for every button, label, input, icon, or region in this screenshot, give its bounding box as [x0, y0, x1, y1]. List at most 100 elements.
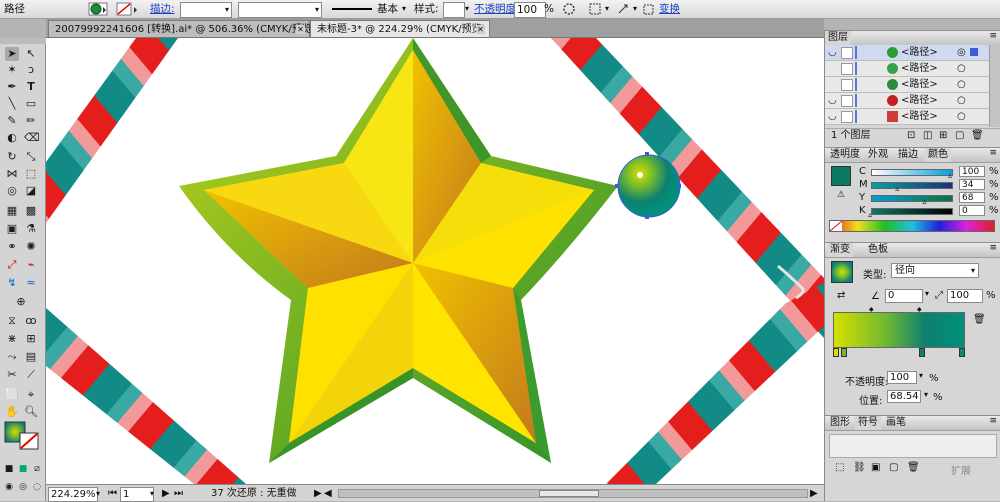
- selection-indicator[interactable]: [970, 48, 978, 56]
- trash-icon[interactable]: 🗑︎: [971, 129, 984, 143]
- eyedropper-tool-icon[interactable]: ⚗: [24, 222, 38, 236]
- toolbox-grip[interactable]: [0, 38, 46, 44]
- lock-toggle[interactable]: [841, 95, 853, 107]
- midpoint-track[interactable]: ◆ ◆: [833, 306, 965, 313]
- reverse-gradient-icon[interactable]: ⇄: [837, 290, 845, 301]
- layers-scrollbar[interactable]: [989, 45, 1000, 127]
- align-options-icon[interactable]: [588, 2, 604, 16]
- layer-name[interactable]: <路径>: [901, 61, 938, 76]
- artwork[interactable]: [46, 38, 824, 484]
- eraser-tool-icon[interactable]: ⌫: [24, 131, 40, 145]
- new-symbol-icon[interactable]: ▢: [889, 462, 898, 473]
- wrinkle-tool-icon[interactable]: ▤: [24, 350, 38, 364]
- star-graphic[interactable]: [179, 38, 618, 463]
- target-icon[interactable]: ◎: [957, 45, 966, 60]
- midpoint-diamond[interactable]: ◆: [917, 306, 922, 313]
- expand-button[interactable]: 扩展: [951, 462, 971, 477]
- aspect-ratio-input[interactable]: 100: [947, 289, 983, 303]
- pencil-tool-icon[interactable]: ✏: [24, 114, 38, 128]
- isolate-group-icon[interactable]: [616, 2, 632, 16]
- chevron-down-icon[interactable]: ▾: [402, 2, 406, 16]
- scale-tool-icon[interactable]: ⤡: [24, 150, 38, 164]
- channel-input[interactable]: 100: [959, 166, 985, 177]
- scroll-right-icon[interactable]: ▶: [810, 487, 818, 500]
- horizontal-scrollbar[interactable]: [338, 489, 808, 498]
- zoom-field[interactable]: 224.29%: [48, 487, 98, 502]
- layer-row[interactable]: <路径> ○: [825, 61, 1000, 77]
- channel-slider[interactable]: [871, 169, 953, 176]
- trash-icon[interactable]: 🗑︎: [907, 462, 920, 473]
- gradient-stop[interactable]: [919, 348, 926, 357]
- layer-row[interactable]: ◡ <路径> ○: [825, 109, 1000, 125]
- stroke-profile-preview[interactable]: [330, 2, 374, 16]
- gradient-stop[interactable]: [840, 348, 847, 357]
- channel-slider[interactable]: [871, 195, 953, 202]
- print-tiling-icon[interactable]: ⬜: [5, 388, 19, 402]
- gradient-stops[interactable]: [833, 348, 965, 360]
- location-input[interactable]: 68.54: [887, 390, 921, 403]
- twirl-tool-icon[interactable]: ꝏ: [24, 314, 38, 328]
- stop-opacity-input[interactable]: 100: [887, 371, 917, 384]
- out-of-gamut-icon[interactable]: ⚠: [837, 190, 847, 200]
- chevron-down-icon[interactable]: ▾: [605, 2, 609, 16]
- symbol-sprayer-icon[interactable]: ✺: [24, 240, 38, 254]
- frame-band-bottom-right[interactable]: [606, 283, 824, 484]
- none-swatch[interactable]: [829, 220, 843, 232]
- measure-tool-icon[interactable]: ⌖: [24, 388, 38, 402]
- scissors-tool-icon[interactable]: ✂: [5, 368, 19, 382]
- crosshair-icon[interactable]: ⊕: [14, 295, 28, 309]
- eye-icon[interactable]: ◡: [828, 45, 837, 60]
- draw-normal-icon[interactable]: ◉: [2, 480, 16, 494]
- blob-brush-icon[interactable]: ◐: [5, 131, 19, 145]
- layer-name[interactable]: <路径>: [901, 45, 938, 60]
- chevron-down-icon[interactable]: ▾: [924, 390, 928, 399]
- target-icon[interactable]: ○: [957, 109, 966, 124]
- gradient-stop[interactable]: [959, 348, 965, 357]
- first-page-icon[interactable]: ⏮: [108, 487, 117, 500]
- draw-behind-icon[interactable]: ◎: [16, 480, 30, 494]
- layer-row[interactable]: ◡ <路径> ○: [825, 93, 1000, 109]
- symbol-options-icon[interactable]: ▣: [871, 462, 880, 473]
- angle-input[interactable]: 0: [885, 289, 923, 303]
- column-graph-icon[interactable]: ↯: [5, 276, 19, 290]
- live-paint-icon[interactable]: ◪: [24, 184, 38, 198]
- channel-input[interactable]: 0: [959, 205, 985, 216]
- tab-swatches[interactable]: 色板: [865, 243, 891, 257]
- type-tool-icon[interactable]: T: [24, 80, 38, 94]
- graphic-style-swatch[interactable]: [443, 2, 465, 18]
- gradient-thumbnail[interactable]: [831, 261, 853, 283]
- artboard-number-field[interactable]: 1: [120, 487, 154, 502]
- gradient-mode-icon[interactable]: ■: [16, 462, 30, 476]
- color-mode-icon[interactable]: ■: [2, 462, 16, 476]
- chevron-down-icon[interactable]: ▾: [919, 371, 923, 380]
- tab-appearance[interactable]: 外观: [865, 148, 891, 162]
- pucker-tool-icon[interactable]: ⋇: [5, 332, 19, 346]
- line-tool-icon[interactable]: ╲: [5, 97, 19, 111]
- tab-brushes[interactable]: 画笔: [883, 416, 909, 430]
- stroke-link[interactable]: 描边:: [150, 2, 175, 16]
- gradient-tool-icon[interactable]: ▣: [5, 222, 19, 236]
- target-icon[interactable]: ○: [957, 77, 966, 92]
- chevron-down-icon[interactable]: ▾: [150, 487, 154, 500]
- warp-tool-icon[interactable]: ≈: [24, 276, 38, 290]
- tab-layers[interactable]: 图层: [825, 31, 851, 45]
- place-symbol-icon[interactable]: ⬚: [835, 462, 844, 473]
- opacity-input[interactable]: 100: [514, 2, 546, 18]
- trash-icon[interactable]: 🗑︎: [973, 314, 986, 325]
- color-swatch[interactable]: [831, 166, 851, 186]
- layers-panel-header[interactable]: 图层 ≡: [825, 30, 1000, 46]
- channel-slider[interactable]: [871, 208, 953, 215]
- channel-input[interactable]: 68: [959, 192, 985, 203]
- chevron-down-icon[interactable]: ▾: [633, 2, 637, 16]
- layer-row[interactable]: <路径> ○: [825, 77, 1000, 93]
- clipping-mask-icon[interactable]: ◫: [923, 129, 932, 143]
- fill-stroke-widget[interactable]: [4, 421, 39, 450]
- last-page-icon[interactable]: ⏭: [174, 487, 183, 500]
- tab-symbols[interactable]: 符号: [855, 416, 881, 430]
- target-icon[interactable]: ○: [957, 93, 966, 108]
- lock-toggle[interactable]: [841, 63, 853, 75]
- slider-thumb[interactable]: ▵: [868, 210, 872, 219]
- perspective-grid-icon[interactable]: ▦: [5, 204, 19, 218]
- fill-swatch[interactable]: [88, 2, 108, 16]
- channel-slider[interactable]: [871, 182, 953, 189]
